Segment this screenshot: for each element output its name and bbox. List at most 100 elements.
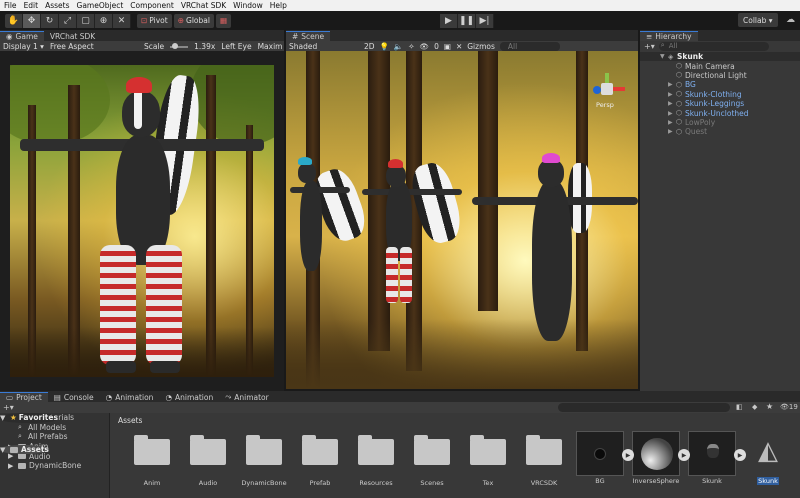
hierarchy-root[interactable]: ▼ ◈ Skunk <box>640 52 800 62</box>
hierarchy-item[interactable]: ▶ ⬡ BG <box>640 80 800 89</box>
search-icon: ⌕ <box>18 432 22 441</box>
scene-search[interactable]: All <box>499 42 560 51</box>
scene-orientation-gizmo[interactable]: Persp <box>588 73 628 109</box>
gizmos-dropdown[interactable]: Gizmos <box>467 42 495 51</box>
shading-select[interactable]: Shaded <box>289 42 359 51</box>
create-asset-button[interactable]: +▾ <box>3 403 14 412</box>
hierarchy-item[interactable]: ▶ ⬡ Skunk-Clothing <box>640 90 800 99</box>
play-icon[interactable]: ▶ <box>440 14 458 28</box>
menu-assets[interactable]: Assets <box>45 1 69 10</box>
project-search[interactable] <box>558 403 730 412</box>
tree-assets[interactable]: ▼ Assets <box>0 444 49 455</box>
hierarchy-item[interactable]: ▶ ⬡ LowPoly <box>640 118 800 127</box>
tab-animator[interactable]: ⤳ Animator <box>219 392 274 402</box>
asset-folder[interactable]: Resources <box>352 431 400 489</box>
tools-icon[interactable]: ✕ <box>456 42 462 51</box>
hierarchy-search[interactable]: All <box>658 41 769 51</box>
expand-arrow-icon[interactable]: ▶ <box>668 81 676 88</box>
audio-icon[interactable]: 🔈 <box>394 42 403 51</box>
menu-component[interactable]: Component <box>130 1 174 10</box>
collapse-arrow-icon[interactable]: ▼ <box>660 53 668 60</box>
create-button[interactable]: +▾ <box>644 42 655 51</box>
scene-view[interactable]: Persp <box>286 51 638 389</box>
filter-label-icon[interactable]: ◆ <box>752 403 757 411</box>
tab-game[interactable]: ◉ Game <box>0 31 44 41</box>
expand-prefab-icon[interactable]: ▶ <box>622 449 634 461</box>
favorite-star-icon[interactable]: ★ <box>766 402 773 411</box>
tab-scene[interactable]: # Scene <box>286 31 331 41</box>
tree-favorite-item[interactable]: ⌕ All Prefabs <box>0 432 109 442</box>
move-tool-icon[interactable]: ✥ <box>23 13 41 28</box>
hidden-objects-icon[interactable]: 👁 <box>420 42 430 51</box>
grid-snap-toggle[interactable]: ▦ <box>215 13 232 28</box>
hierarchy-item[interactable]: ▶ ⬡ Skunk-Leggings <box>640 99 800 108</box>
hidden-count[interactable]: 👁19 <box>780 403 798 411</box>
tab-console[interactable]: ▤ Console <box>48 392 100 402</box>
global-toggle[interactable]: ⊕ Global <box>173 13 214 28</box>
collapse-arrow-icon[interactable]: ▼ <box>0 446 10 454</box>
asset-folder[interactable]: Scenes <box>408 431 456 489</box>
scale-slider[interactable] <box>170 42 189 49</box>
breadcrumb[interactable]: Assets <box>118 416 142 425</box>
expand-arrow-icon[interactable]: ▶ <box>8 462 18 470</box>
hierarchy-item[interactable]: ▶ ⬡ Quest <box>640 127 800 136</box>
asset-folder[interactable]: VRCSDK <box>520 431 568 489</box>
maximize-toggle[interactable]: Maxim <box>258 42 283 51</box>
hierarchy-item[interactable]: ⬡ Main Camera <box>640 61 800 71</box>
camera-icon[interactable]: ▣ <box>444 42 451 51</box>
menu-window[interactable]: Window <box>233 1 263 10</box>
hierarchy-item[interactable]: ▶ ⬡ Skunk-Unclothed <box>640 108 800 118</box>
rotate-tool-icon[interactable]: ↻ <box>41 13 59 28</box>
expand-arrow-icon[interactable]: ▶ <box>668 100 676 107</box>
asset-folder[interactable]: Anim <box>128 431 176 489</box>
persp-label[interactable]: Persp <box>596 101 614 109</box>
transform-tool-icon[interactable]: ⊕ <box>95 13 113 28</box>
collab-button[interactable]: Collab ▾ <box>738 13 778 27</box>
sphere-thumb[interactable] <box>632 431 680 476</box>
tab-vrchat-sdk[interactable]: VRChat SDK <box>44 31 101 41</box>
filter-type-icon[interactable]: ◧ <box>736 403 743 411</box>
expand-arrow-icon[interactable]: ▶ <box>668 91 676 98</box>
step-icon[interactable]: ▶| <box>476 14 494 28</box>
unity-logo-icon[interactable]: ◭ <box>744 431 792 476</box>
scale-tool-icon[interactable]: ⤢ <box>59 13 77 28</box>
tab-animation-2[interactable]: ◔ Animation <box>159 392 219 402</box>
asset-folder[interactable]: Tex <box>464 431 512 489</box>
tree-folder[interactable]: ▶ DynamicBone <box>0 461 109 471</box>
toggle-2d[interactable]: 2D <box>364 42 375 51</box>
bg-prefab-thumb[interactable] <box>576 431 624 476</box>
menu-help[interactable]: Help <box>270 1 287 10</box>
expand-arrow-icon[interactable]: ▶ <box>668 110 676 117</box>
display-select[interactable]: Display 1 ▾ <box>3 42 44 51</box>
hand-tool-icon[interactable]: ✋ <box>5 13 23 28</box>
tab-hierarchy[interactable]: ≡ Hierarchy <box>640 31 698 41</box>
expand-arrow-icon[interactable]: ▶ <box>668 128 676 135</box>
expand-arrow-icon[interactable]: ▶ <box>668 119 676 126</box>
collapse-arrow-icon[interactable]: ▼ <box>0 414 10 422</box>
cloud-icon[interactable]: ☁ <box>786 15 795 25</box>
menu-gameobject[interactable]: GameObject <box>77 1 124 10</box>
pivot-toggle[interactable]: ⊡ Pivot <box>137 13 172 28</box>
menu-vrchat-sdk[interactable]: VRChat SDK <box>181 1 226 10</box>
asset-folder[interactable]: Audio <box>184 431 232 489</box>
expand-prefab-icon[interactable]: ▶ <box>734 449 746 461</box>
tab-animation-1[interactable]: ◔ Animation <box>100 392 160 402</box>
game-view[interactable] <box>0 51 284 392</box>
menu-file[interactable]: File <box>4 1 17 10</box>
eye-select[interactable]: Left Eye <box>221 42 251 51</box>
custom-tool-icon[interactable]: ✕ <box>113 13 131 28</box>
aspect-select[interactable]: Free Aspect <box>50 42 138 51</box>
pause-icon[interactable]: ❚❚ <box>458 14 476 28</box>
rect-tool-icon[interactable]: ▢ <box>77 13 95 28</box>
asset-folder[interactable]: DynamicBone <box>240 431 288 489</box>
expand-prefab-icon[interactable]: ▶ <box>678 449 690 461</box>
tree-favorites[interactable]: ▼ ★ Favorites <box>0 413 58 423</box>
asset-folder[interactable]: Prefab <box>296 431 344 489</box>
tab-project[interactable]: ▭ Project <box>0 392 48 402</box>
skunk-prefab-thumb[interactable] <box>688 431 736 476</box>
tree-favorite-item[interactable]: ⌕ All Models <box>0 423 109 433</box>
effects-icon[interactable]: ✧ <box>408 42 414 51</box>
menu-edit[interactable]: Edit <box>24 1 39 10</box>
hierarchy-item[interactable]: ⬡ Directional Light <box>640 71 800 80</box>
lighting-icon[interactable]: 💡 <box>380 42 389 51</box>
